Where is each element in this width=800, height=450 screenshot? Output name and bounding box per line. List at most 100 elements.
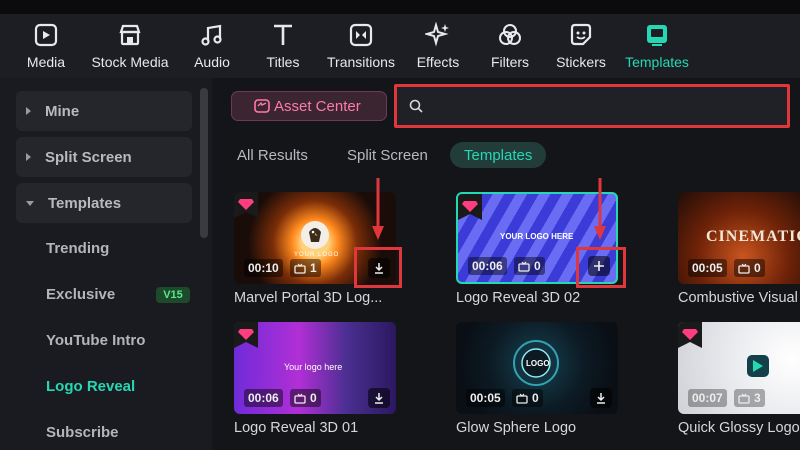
asset-center-button[interactable]: Asset Center bbox=[231, 91, 387, 121]
clip-count: 0 bbox=[514, 257, 545, 275]
category-mine[interactable]: Mine bbox=[16, 91, 192, 131]
search-box[interactable] bbox=[394, 84, 790, 128]
eagle-logo-image bbox=[301, 221, 329, 249]
category-label: Templates bbox=[48, 194, 122, 212]
media-icon bbox=[31, 20, 61, 50]
premium-gem-icon bbox=[678, 322, 702, 348]
tab-filters[interactable]: Filters bbox=[486, 14, 534, 78]
text-icon bbox=[268, 20, 298, 50]
thumbnail-caption: Your logo here bbox=[284, 362, 343, 372]
tab-label: Titles bbox=[266, 54, 300, 70]
template-card[interactable]: LOGO 00:05 0 Glow Sphere Logo bbox=[456, 322, 618, 436]
download-button[interactable] bbox=[368, 388, 390, 408]
download-icon bbox=[597, 393, 605, 404]
search-icon bbox=[409, 99, 423, 113]
sidebar-item-logo-reveal[interactable]: Logo Reveal bbox=[46, 378, 135, 395]
template-title: Quick Glossy Logo bbox=[678, 420, 800, 436]
premium-gem-icon bbox=[458, 194, 482, 220]
main-panel: Asset Center All Results Split Screen Te… bbox=[212, 78, 800, 450]
search-input[interactable] bbox=[431, 98, 771, 114]
clip-count: 1 bbox=[290, 259, 321, 277]
tab-label: Stock Media bbox=[91, 54, 169, 70]
thumbnail-caption: LOGO bbox=[526, 359, 550, 368]
clip-count-value: 3 bbox=[754, 391, 761, 405]
sidebar-item-youtube-intro[interactable]: YouTube Intro bbox=[46, 332, 145, 349]
highlight-box-download bbox=[354, 247, 402, 288]
tab-stickers[interactable]: Stickers bbox=[552, 14, 610, 78]
tab-templates[interactable]: Templates bbox=[622, 14, 692, 78]
filters-icon bbox=[495, 20, 525, 50]
template-thumbnail[interactable]: CINEMATIC 00:05 0 bbox=[678, 192, 800, 284]
tab-label: Transitions bbox=[327, 54, 395, 70]
asset-center-label: Asset Center bbox=[274, 97, 361, 115]
clip-count-icon bbox=[516, 393, 528, 404]
thumbnail-caption: YOUR LOGO bbox=[294, 252, 340, 258]
duration-label: 00:10 bbox=[244, 259, 283, 277]
category-label: Split Screen bbox=[45, 148, 132, 166]
filter-split-screen[interactable]: Split Screen bbox=[347, 142, 428, 168]
sparkle-icon bbox=[423, 20, 453, 50]
duration-label: 00:07 bbox=[688, 389, 727, 407]
tab-transitions[interactable]: Transitions bbox=[322, 14, 400, 78]
stock-media-icon bbox=[115, 20, 145, 50]
clip-count: 0 bbox=[734, 259, 765, 277]
category-templates[interactable]: Templates bbox=[16, 183, 192, 223]
sidebar-item-exclusive[interactable]: Exclusive bbox=[46, 286, 115, 303]
clip-count-value: 0 bbox=[754, 261, 761, 275]
top-toolbar: Media Stock Media Audio Titles Transitio… bbox=[0, 0, 800, 78]
asset-store-icon bbox=[254, 99, 270, 113]
filter-templates[interactable]: Templates bbox=[450, 142, 547, 168]
version-badge: V15 bbox=[156, 287, 190, 303]
sidebar: Mine Split Screen Templates Trending Exc… bbox=[0, 78, 212, 450]
tab-stock-media[interactable]: Stock Media bbox=[86, 14, 174, 78]
template-title: Marvel Portal 3D Log... bbox=[234, 290, 383, 306]
duration-label: 00:06 bbox=[244, 389, 283, 407]
template-card[interactable]: CINEMATIC 00:05 0 Combustive Visual bbox=[678, 192, 800, 306]
template-thumbnail[interactable]: LOGO 00:05 0 bbox=[456, 322, 618, 414]
clip-count-value: 0 bbox=[532, 391, 539, 405]
duration-label: 00:05 bbox=[466, 389, 505, 407]
app-logo-image bbox=[747, 355, 769, 377]
template-thumbnail[interactable]: 00:07 3 bbox=[678, 322, 800, 414]
thumbnail-caption: CINEMATIC bbox=[706, 228, 800, 245]
clip-count-icon bbox=[294, 263, 306, 274]
tab-media[interactable]: Media bbox=[22, 14, 70, 78]
clip-count: 0 bbox=[512, 389, 543, 407]
duration-label: 00:06 bbox=[468, 257, 507, 275]
highlight-box-add bbox=[576, 247, 626, 288]
tab-label: Stickers bbox=[556, 54, 606, 70]
clip-count-value: 0 bbox=[310, 391, 317, 405]
template-thumbnail[interactable]: Your logo here 00:06 0 bbox=[234, 322, 396, 414]
template-title: Glow Sphere Logo bbox=[456, 420, 577, 436]
filter-all-results[interactable]: All Results bbox=[237, 142, 308, 168]
sticker-icon bbox=[566, 20, 596, 50]
sidebar-scrollbar[interactable] bbox=[200, 88, 208, 238]
template-card[interactable]: Your logo here 00:06 0 Logo Reveal 3D 01 bbox=[234, 322, 396, 436]
tab-label: Filters bbox=[490, 54, 530, 70]
sidebar-item-subscribe[interactable]: Subscribe bbox=[46, 424, 119, 441]
category-split-screen[interactable]: Split Screen bbox=[16, 137, 192, 177]
sidebar-item-trending[interactable]: Trending bbox=[46, 240, 109, 257]
tab-audio[interactable]: Audio bbox=[190, 14, 234, 78]
template-title: Logo Reveal 3D 02 bbox=[456, 290, 581, 306]
download-button[interactable] bbox=[590, 388, 612, 408]
tab-effects[interactable]: Effects bbox=[412, 14, 464, 78]
clip-count-icon bbox=[738, 393, 750, 404]
tab-titles[interactable]: Titles bbox=[262, 14, 304, 78]
tab-label: Audio bbox=[194, 54, 230, 70]
template-title: Logo Reveal 3D 01 bbox=[234, 420, 359, 436]
annotation-arrow-icon bbox=[372, 178, 384, 240]
expand-arrow-icon bbox=[26, 153, 31, 161]
tab-label: Templates bbox=[625, 54, 689, 70]
tab-label: Media bbox=[26, 54, 66, 70]
template-card[interactable]: 00:07 3 Quick Glossy Logo bbox=[678, 322, 800, 436]
category-label: Mine bbox=[45, 102, 80, 120]
clip-count-value: 0 bbox=[534, 259, 541, 273]
download-icon bbox=[375, 393, 383, 404]
thumbnail-caption: YOUR LOGO HERE bbox=[500, 232, 574, 241]
clip-count-value: 1 bbox=[310, 261, 317, 275]
template-title: Combustive Visual bbox=[678, 290, 798, 306]
clip-count: 3 bbox=[734, 389, 765, 407]
clip-count-icon bbox=[294, 393, 306, 404]
premium-gem-icon bbox=[234, 192, 258, 218]
